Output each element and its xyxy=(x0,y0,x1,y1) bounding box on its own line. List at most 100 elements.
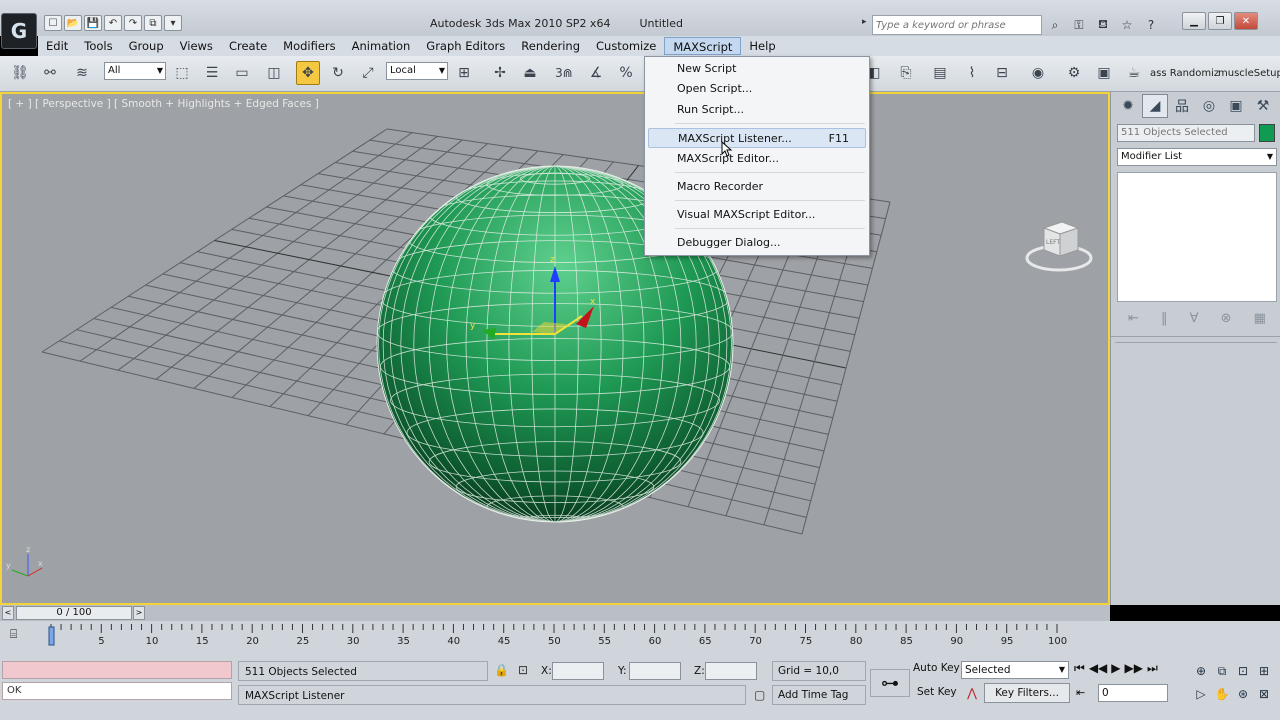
modify-tab-icon[interactable]: ◢ xyxy=(1142,94,1168,118)
show-end-result-icon[interactable]: ‖ xyxy=(1161,311,1168,326)
render-setup-icon[interactable]: ⚙ xyxy=(1062,61,1086,85)
layer-manager-icon[interactable]: ▤ xyxy=(928,61,952,85)
menu-maxscript-listener[interactable]: MAXScript Listener... F11 xyxy=(648,128,866,148)
percent-snap-icon[interactable]: % xyxy=(614,61,638,85)
search-expand-icon[interactable]: ▸ xyxy=(862,17,872,33)
create-tab-icon[interactable]: ✹ xyxy=(1115,94,1141,118)
pan-view-icon[interactable]: ✋ xyxy=(1213,684,1231,704)
menu-maxscript-editor[interactable]: MAXScript Editor... xyxy=(648,149,866,169)
new-file-icon[interactable]: ☐ xyxy=(44,15,62,31)
menu-group[interactable]: Group xyxy=(121,37,172,55)
viewport-label[interactable]: [ + ] [ Perspective ] [ Smooth + Highlig… xyxy=(8,98,319,110)
custom-script-button-1[interactable]: ass Randomiz xyxy=(1150,68,1219,79)
project-folder-icon[interactable]: ⧉ xyxy=(144,15,162,31)
key-filters-button[interactable]: Key Filters... xyxy=(984,683,1070,703)
restore-icon[interactable]: ❐ xyxy=(1208,12,1232,30)
y-coordinate-field[interactable] xyxy=(629,662,681,680)
configure-modifier-sets-icon[interactable]: ▦ xyxy=(1254,311,1266,326)
x-coordinate-field[interactable] xyxy=(552,662,604,680)
motion-tab-icon[interactable]: ◎ xyxy=(1196,94,1222,118)
object-color-swatch[interactable] xyxy=(1259,124,1275,142)
subscription-icon[interactable]: ⚿ xyxy=(1068,15,1090,35)
zoom-icon[interactable]: ⊕ xyxy=(1192,661,1210,681)
application-button[interactable]: G xyxy=(1,13,37,49)
go-to-end-icon[interactable]: ⏭ xyxy=(1147,661,1158,676)
menu-visual-maxscript-editor[interactable]: Visual MAXScript Editor... xyxy=(648,205,866,225)
menu-debugger-dialog[interactable]: Debugger Dialog... xyxy=(648,233,866,253)
snap-toggle-icon[interactable]: 3 ⋒ xyxy=(552,61,576,85)
make-unique-icon[interactable]: ∀ xyxy=(1190,311,1199,326)
auto-key-button[interactable]: Auto Key xyxy=(913,662,960,674)
zoom-extents-icon[interactable]: ⊡ xyxy=(1234,661,1252,681)
modifier-list-dropdown[interactable]: Modifier List ▼ xyxy=(1117,148,1277,166)
key-selection-dropdown[interactable]: Selected ▼ xyxy=(961,661,1069,679)
select-by-name-icon[interactable]: ☰ xyxy=(200,61,224,85)
select-object-icon[interactable]: ⬚ xyxy=(170,61,194,85)
search-input[interactable] xyxy=(872,15,1042,35)
redo-icon[interactable]: ↷ xyxy=(124,15,142,31)
menu-maxscript[interactable]: MAXScript xyxy=(664,37,742,55)
maximize-viewport-icon[interactable]: ⊠ xyxy=(1255,684,1273,704)
set-keys-key-icon[interactable]: ⊶ xyxy=(870,669,910,697)
save-file-icon[interactable]: 💾 xyxy=(84,15,102,31)
current-frame-field[interactable]: 0 xyxy=(1098,684,1168,702)
unlink-icon[interactable]: ⚯ xyxy=(38,61,62,85)
default-in-out-tangent-icon[interactable]: ⋀ xyxy=(962,683,982,703)
remove-modifier-icon[interactable]: ⊗ xyxy=(1221,311,1232,326)
hierarchy-tab-icon[interactable]: 品 xyxy=(1169,94,1195,118)
qat-dropdown-icon[interactable]: ▾ xyxy=(164,15,182,31)
object-name-field[interactable]: 511 Objects Selected xyxy=(1117,124,1255,142)
keyboard-shortcut-override-icon[interactable]: ⏏ xyxy=(518,61,542,85)
open-file-icon[interactable]: 📂 xyxy=(64,15,82,31)
z-coordinate-field[interactable] xyxy=(705,662,757,680)
key-mode-toggle-icon[interactable]: ⇤ xyxy=(1076,686,1085,699)
select-and-link-icon[interactable]: ⛓ xyxy=(8,61,32,85)
field-of-view-icon[interactable]: ▷ xyxy=(1192,684,1210,704)
help-icon[interactable]: ? xyxy=(1140,15,1162,35)
reference-coordinate-dropdown[interactable]: Local ▼ xyxy=(386,62,448,80)
custom-script-button-2[interactable]: muscleSetup xyxy=(1218,68,1280,79)
menu-rendering[interactable]: Rendering xyxy=(513,37,588,55)
menu-macro-recorder[interactable]: Macro Recorder xyxy=(648,177,866,197)
time-slider-prev[interactable]: < xyxy=(2,606,14,620)
rectangular-selection-icon[interactable]: ▭ xyxy=(230,61,254,85)
select-and-move-icon[interactable]: ✥ xyxy=(296,61,320,85)
absolute-mode-icon[interactable]: ⊡ xyxy=(518,663,528,677)
bind-space-warp-icon[interactable]: ≋ xyxy=(70,61,94,85)
menu-customize[interactable]: Customize xyxy=(588,37,664,55)
menu-help[interactable]: Help xyxy=(741,37,783,55)
pin-stack-icon[interactable]: ⇤ xyxy=(1128,311,1139,326)
menu-tools[interactable]: Tools xyxy=(76,37,120,55)
time-slider-thumb[interactable]: 0 / 100 xyxy=(16,606,132,620)
mini-listener-output[interactable]: OK xyxy=(2,682,232,700)
go-to-start-icon[interactable]: ⏮ xyxy=(1074,661,1085,676)
quick-render-icon[interactable]: ☕ xyxy=(1122,61,1146,85)
zoom-all-icon[interactable]: ⧉ xyxy=(1213,661,1231,681)
communication-icon[interactable]: ⛾ xyxy=(1092,15,1114,35)
selection-filter-dropdown[interactable]: All ▼ xyxy=(104,62,166,80)
menu-modifiers[interactable]: Modifiers xyxy=(275,37,344,55)
menu-create[interactable]: Create xyxy=(221,37,275,55)
select-manipulate-icon[interactable]: ✢ xyxy=(488,61,512,85)
pivot-center-icon[interactable]: ⊞ xyxy=(452,61,476,85)
menu-edit[interactable]: Edit xyxy=(38,37,76,55)
time-tag-icon[interactable]: ▢ xyxy=(754,688,765,702)
display-tab-icon[interactable]: ▣ xyxy=(1223,94,1249,118)
menu-new-script[interactable]: New Script xyxy=(648,59,866,79)
binoculars-icon[interactable]: ⌕ xyxy=(1044,15,1066,35)
angle-snap-icon[interactable]: ∡ xyxy=(584,61,608,85)
play-icon[interactable]: ▶ xyxy=(1111,661,1120,676)
set-key-button[interactable]: Set Key xyxy=(917,686,957,698)
orbit-icon[interactable]: ⊛ xyxy=(1234,684,1252,704)
viewcube[interactable]: LEFT xyxy=(1024,214,1094,274)
schematic-view-icon[interactable]: ⊟ xyxy=(990,61,1014,85)
mini-listener-input[interactable] xyxy=(2,661,232,679)
selection-lock-icon[interactable]: 🔒 xyxy=(494,663,509,677)
curve-editor-icon[interactable]: ⌇ xyxy=(960,61,984,85)
menu-animation[interactable]: Animation xyxy=(344,37,419,55)
favorites-star-icon[interactable]: ☆ xyxy=(1116,15,1138,35)
select-and-scale-icon[interactable]: ⤢ xyxy=(356,61,380,85)
close-icon[interactable]: ✕ xyxy=(1234,12,1258,30)
track-bar[interactable]: ⌸ 05101520253035404550556065707580859095… xyxy=(0,621,1280,657)
menu-run-script[interactable]: Run Script... xyxy=(648,100,866,120)
